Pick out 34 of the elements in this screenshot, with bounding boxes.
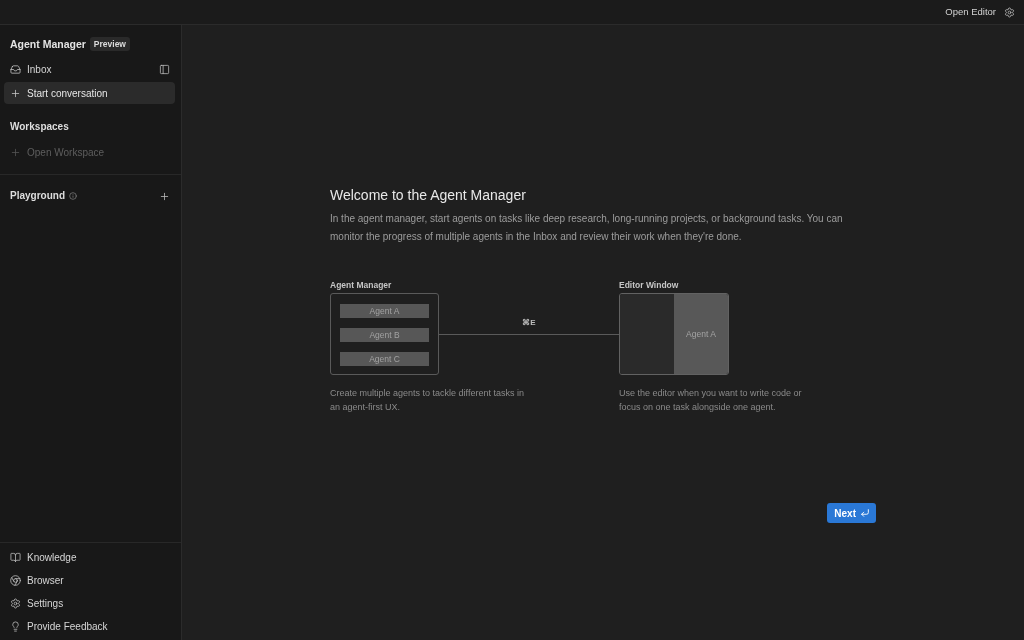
welcome-title: Welcome to the Agent Manager: [330, 186, 526, 204]
lightbulb-icon: [10, 621, 21, 632]
welcome-description: In the agent manager, start agents on tasks like deep research, long-running projects, or background tasks. You can monitor the progress of multiple agents in the Inbox and review their work when they're done.: [330, 212, 844, 244]
sidebar-title: Agent Manager: [10, 37, 86, 51]
agent-bar: Agent C: [340, 351, 429, 366]
plus-icon: [10, 146, 21, 158]
sidebar-link[interactable]: Browser: [4, 569, 177, 592]
preview-badge: Preview: [89, 37, 130, 51]
sidebar-link[interactable]: Settings: [4, 592, 177, 615]
plus-icon: [10, 87, 21, 99]
agent-bar: Agent B: [340, 327, 429, 342]
info-icon[interactable]: [69, 192, 77, 200]
nav-item[interactable]: Inbox: [4, 58, 153, 80]
inbox-icon: [10, 63, 21, 75]
sidebar-link[interactable]: Provide Feedback: [4, 615, 177, 638]
section-title: Playground: [10, 189, 65, 203]
shortcut-label: ⌘E: [522, 317, 536, 328]
book-icon: [10, 552, 21, 563]
return-icon: [860, 508, 870, 518]
diagram-caption: Create multiple agents to tackle different tasks in an agent-first UX.: [330, 387, 525, 414]
diagram-label: Agent Manager: [330, 279, 392, 291]
sidebar-toggle-icon[interactable]: [159, 63, 170, 75]
settings-icon[interactable]: [1004, 6, 1015, 18]
next-button[interactable]: Next: [827, 503, 876, 523]
plus-icon[interactable]: [159, 190, 170, 202]
open-editor-button[interactable]: Open Editor: [945, 6, 996, 18]
browser-icon: [10, 575, 21, 586]
sidebar-link[interactable]: Knowledge: [4, 546, 177, 569]
nav-item[interactable]: Start conversation: [4, 82, 175, 104]
diagram-caption: Use the editor when you want to write code or focus on one task alongside one agent.: [619, 387, 803, 414]
section-title: Workspaces: [10, 120, 69, 134]
settings-icon: [10, 598, 21, 609]
agent-pane: Agent A: [674, 294, 728, 374]
diagram-label: Editor Window: [619, 279, 679, 291]
